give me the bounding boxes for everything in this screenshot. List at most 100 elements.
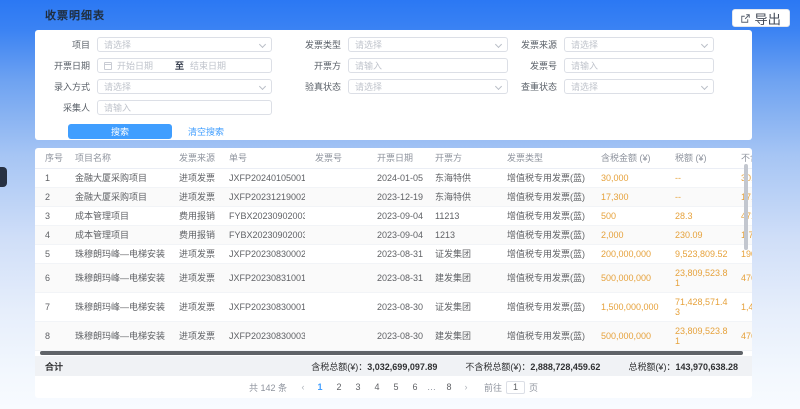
cell-issuer: 东海特供 [425, 187, 497, 206]
cell-tax-amount: 23,809,523.81 [665, 263, 731, 292]
page-button-4[interactable]: 4 [370, 380, 384, 394]
cell-amount-without-tax: 476,190,476.19 [731, 321, 752, 350]
cell-tax-amount: -- [665, 187, 731, 206]
cell-invoice-date: 2023-12-19 [367, 187, 425, 206]
export-button[interactable]: 导出 [732, 9, 790, 27]
date-end-placeholder: 结束日期 [190, 59, 242, 72]
chevron-down-icon [259, 41, 266, 48]
date-separator: 至 [175, 59, 184, 72]
cell-amount-without-tax: 1,428,571,428.57 [731, 292, 752, 321]
table-row: 1金融大厦采购项目进项发票JXFP202401050012024-01-05东海… [35, 168, 752, 187]
cell-amount-with-tax: 17,300 [591, 187, 665, 206]
cell-tax-amount: 9,523,809.52 [665, 244, 731, 263]
cell-invoice-type: 增值税专用发票(蓝) [497, 206, 591, 225]
issuer-label: 开票方 [272, 59, 348, 72]
cell-issuer: 证发集团 [425, 292, 497, 321]
issuer-input[interactable] [355, 61, 501, 71]
cell-index: 7 [35, 292, 65, 321]
cell-project-name: 成本管理项目 [65, 206, 169, 225]
goto-label: 前往 [484, 381, 502, 394]
pagination-total: 共 142 条 [249, 381, 287, 394]
cell-invoice-type: 增值税专用发票(蓝) [497, 292, 591, 321]
cell-invoice-type: 增值税专用发票(蓝) [497, 168, 591, 187]
column-header-invoice-source: 发票来源 [169, 148, 219, 168]
cell-amount-with-tax: 200,000,000 [591, 244, 665, 263]
cell-invoice-date: 2024-01-05 [367, 168, 425, 187]
entry-method-label: 录入方式 [35, 80, 97, 93]
page-button-2[interactable]: 2 [332, 380, 346, 394]
entry-method-select[interactable]: 请选择 [97, 79, 272, 94]
column-header-invoice-type: 发票类型 [497, 148, 591, 168]
invoice-source-select[interactable]: 请选择 [564, 37, 714, 52]
column-header-tax-amount: 税额 (¥) [665, 148, 731, 168]
invoice-date-range[interactable]: 开始日期 至 结束日期 [97, 58, 272, 73]
collector-field [97, 100, 272, 115]
cell-invoice-type: 增值税专用发票(蓝) [497, 244, 591, 263]
goto-page: 前往 页 [484, 381, 538, 394]
cell-amount-with-tax: 2,000 [591, 225, 665, 244]
cell-amount-without-tax: 190,476,190.48 [731, 244, 752, 263]
chevron-down-icon [701, 41, 708, 48]
cell-issuer: 东海特供 [425, 168, 497, 187]
cell-issuer: 建发集团 [425, 263, 497, 292]
cell-doc-no: JXFP20240105001 [219, 168, 305, 187]
cell-index: 3 [35, 206, 65, 225]
cell-doc-no: FYBX20230902003 [219, 225, 305, 244]
page-button-5[interactable]: 5 [389, 380, 403, 394]
clear-search-link[interactable]: 清空搜索 [188, 125, 224, 138]
table-row: 8珠穆朗玛峰—电梯安装进项发票JXFP202308300032023-08-30… [35, 321, 752, 350]
calendar-icon [104, 62, 112, 70]
invoice-type-select[interactable]: 请选择 [348, 37, 508, 52]
summary-label: 合计 [45, 360, 63, 373]
search-button[interactable]: 搜索 [68, 124, 172, 139]
cell-doc-no: FYBX20230902003 [219, 206, 305, 225]
dup-status-select[interactable]: 请选择 [564, 79, 714, 94]
page-button-3[interactable]: 3 [351, 380, 365, 394]
cell-amount-with-tax: 1,500,000,000 [591, 292, 665, 321]
cell-issuer: 建发集团 [425, 321, 497, 350]
invoice-type-label: 发票类型 [272, 38, 348, 51]
vertical-scrollbar[interactable] [744, 164, 748, 250]
cell-doc-no: JXFP20231219002 [219, 187, 305, 206]
page-button-1[interactable]: 1 [313, 380, 327, 394]
cell-invoice-date: 2023-09-04 [367, 225, 425, 244]
chevron-down-icon [701, 83, 708, 90]
cell-project-name: 珠穆朗玛峰—电梯安装 [65, 321, 169, 350]
next-page-button[interactable]: › [461, 382, 471, 392]
untaxed-total: 不含税总额(¥)：2,888,728,459.62 [465, 360, 600, 373]
collector-label: 采集人 [35, 101, 97, 114]
column-header-amount-with-tax: 含税金额 (¥) [591, 148, 665, 168]
table-row: 4成本管理项目费用报销FYBX202309020032023-09-041213… [35, 225, 752, 244]
invoice-no-label: 发票号 [508, 59, 564, 72]
invoice-no-field [564, 58, 714, 73]
page-button-8[interactable]: 8 [442, 380, 456, 394]
prev-page-button[interactable]: ‹ [298, 382, 308, 392]
cell-index: 5 [35, 244, 65, 263]
column-header-project-name: 项目名称 [65, 148, 169, 168]
summary-row: 合计 含税总额(¥)：3,032,699,097.89 不含税总额(¥)：2,8… [35, 356, 752, 376]
cell-invoice-no [305, 206, 367, 225]
cell-invoice-source: 进项发票 [169, 321, 219, 350]
page-button-6[interactable]: 6 [408, 380, 422, 394]
cell-invoice-no [305, 225, 367, 244]
horizontal-scrollbar[interactable] [40, 351, 743, 355]
cell-amount-without-tax: 476,190,476.19 [731, 263, 752, 292]
cell-tax-amount: 230.09 [665, 225, 731, 244]
cell-invoice-source: 费用报销 [169, 206, 219, 225]
cell-project-name: 金融大厦采购项目 [65, 168, 169, 187]
project-select[interactable]: 请选择 [97, 37, 272, 52]
verify-status-select[interactable]: 请选择 [348, 79, 508, 94]
project-label: 项目 [35, 38, 97, 51]
cell-project-name: 珠穆朗玛峰—电梯安装 [65, 292, 169, 321]
export-label: 导出 [754, 9, 781, 28]
collector-input[interactable] [104, 103, 265, 113]
export-icon [741, 14, 750, 23]
cell-invoice-source: 进项发票 [169, 244, 219, 263]
goto-page-input[interactable] [506, 381, 525, 394]
invoice-no-input[interactable] [571, 61, 707, 71]
issuer-field [348, 58, 508, 73]
sidebar-expand-handle[interactable] [0, 167, 7, 187]
tax-total: 总税额(¥)：143,970,638.28 [628, 360, 738, 373]
table-row: 3成本管理项目费用报销FYBX202309020032023-09-041121… [35, 206, 752, 225]
cell-invoice-no [305, 321, 367, 350]
